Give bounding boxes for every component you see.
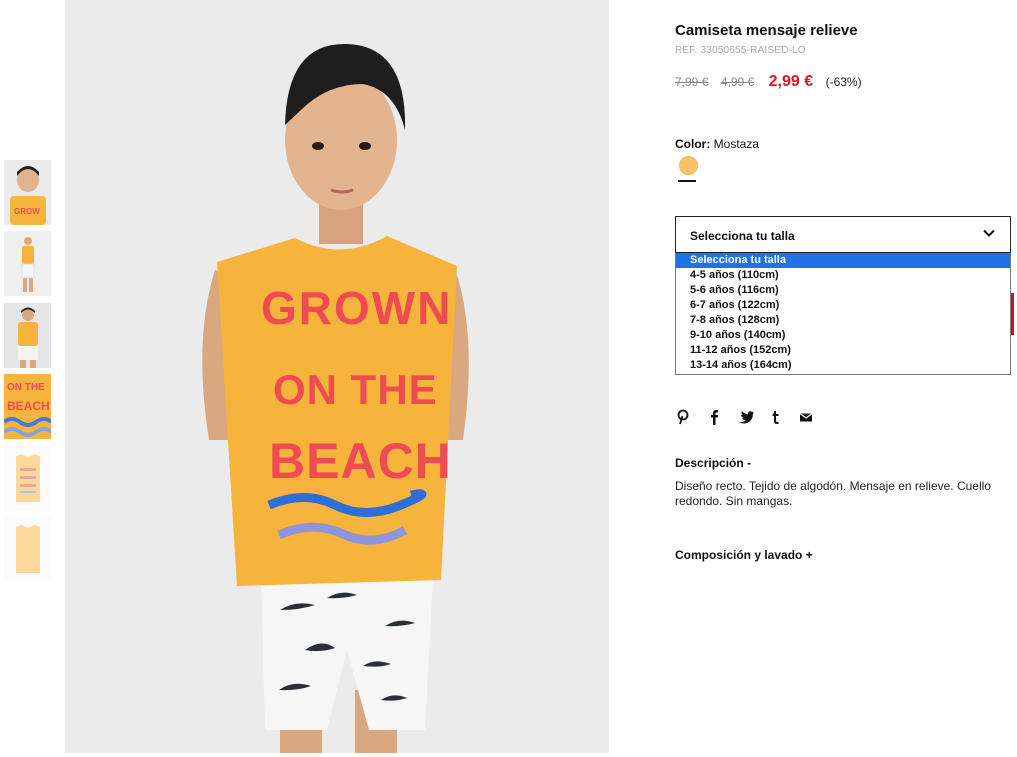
facebook-icon[interactable] [705, 408, 723, 426]
tumblr-icon[interactable] [766, 408, 784, 426]
thumbnail-4-print-line1: ON THE [7, 382, 45, 393]
size-option-13-14[interactable]: 13-14 años (164cm) [676, 358, 1010, 373]
product-photo-illustration: GROWN ON THE BEACH [65, 0, 609, 753]
size-option-11-12[interactable]: 11-12 años (152cm) [676, 343, 1010, 358]
size-option-7-8[interactable]: 7-8 años (128cm) [676, 313, 1010, 328]
description-title: Descripción [675, 456, 744, 470]
composition-title: Composición y lavado [675, 548, 803, 562]
shirt-print-line3: BEACH [269, 433, 452, 489]
description-header[interactable]: Descripción - [675, 456, 751, 470]
thumbnail-6[interactable] [4, 517, 51, 582]
chevron-down-icon [982, 226, 996, 243]
thumbnail-4[interactable]: ON THE BEACH [4, 374, 51, 439]
size-option-6-7[interactable]: 6-7 años (122cm) [676, 298, 1010, 313]
original-price: 7,99 € [675, 75, 709, 89]
color-label-row: Color: Mostaza [675, 137, 759, 151]
composition-header[interactable]: Composición y lavado + [675, 548, 813, 562]
price-row: 7,99 € 4,99 € 2,99 € (-63%) [675, 73, 862, 93]
thumbnail-5[interactable] [4, 446, 51, 511]
mail-icon[interactable] [797, 408, 815, 426]
thumbnail-6-image [4, 517, 51, 582]
thumbnail-4-image: ON THE BEACH [4, 374, 51, 439]
size-option-placeholder[interactable]: Selecciona tu talla [676, 253, 1010, 268]
color-value: Mostaza [713, 137, 760, 151]
thumbnail-1[interactable]: GROW [4, 160, 51, 225]
size-select[interactable]: Selecciona tu talla [675, 216, 1011, 253]
discount-badge: (-63%) [825, 75, 862, 89]
thumbnail-5-image [4, 446, 51, 511]
shirt-print-line1: GROWN [261, 282, 452, 334]
shirt-print-line2: ON THE [273, 366, 438, 413]
svg-text:GROW: GROW [14, 207, 40, 216]
thumbnail-4-print-line2: BEACH [7, 399, 50, 413]
size-dropdown-list: Selecciona tu talla 4-5 años (110cm) 5-6… [675, 253, 1011, 375]
pinterest-icon[interactable] [675, 408, 693, 426]
thumbnail-1-image: GROW [4, 160, 51, 225]
description-toggle: - [747, 456, 752, 470]
add-to-bag-button-edge[interactable] [1011, 293, 1014, 335]
thumbnail-3-image [4, 303, 51, 368]
size-option-5-6[interactable]: 5-6 años (116cm) [676, 283, 1010, 298]
swatch-selected-indicator [678, 180, 696, 182]
product-title: Camiseta mensaje relieve [675, 22, 858, 39]
color-swatch-mostaza[interactable] [679, 156, 698, 175]
product-ref: REF. 33050655-RAISED-LO [675, 45, 806, 56]
share-icons [675, 408, 823, 426]
thumbnail-2[interactable] [4, 231, 51, 296]
size-select-value: Selecciona tu talla [690, 229, 795, 243]
color-label: Color: [675, 137, 711, 151]
current-price: 2,99 € [768, 73, 814, 90]
thumbnail-3[interactable] [4, 303, 51, 368]
twitter-icon[interactable] [736, 408, 754, 426]
size-option-4-5[interactable]: 4-5 años (110cm) [676, 268, 1010, 283]
description-text: Diseño recto. Tejido de algodón. Mensaje… [675, 479, 991, 508]
size-option-9-10[interactable]: 9-10 años (140cm) [676, 328, 1010, 343]
product-main-image[interactable]: GROWN ON THE BEACH [65, 0, 609, 753]
thumbnail-2-image [4, 231, 51, 296]
composition-toggle: + [805, 548, 813, 562]
previous-price: 4,99 € [720, 75, 755, 89]
